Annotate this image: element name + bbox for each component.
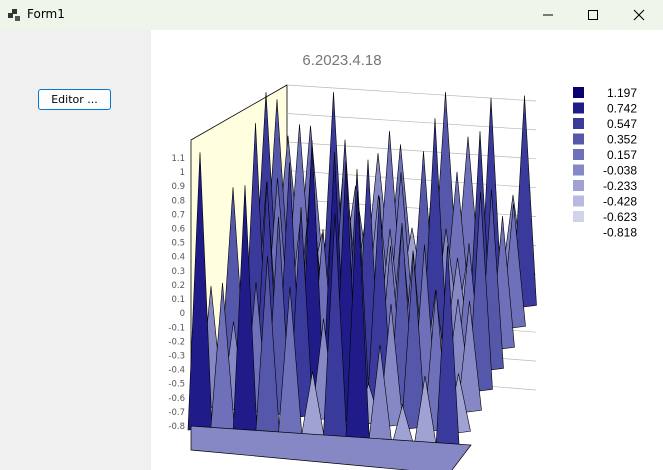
minimize-icon — [543, 14, 553, 16]
y-tick-label: -0.4 — [168, 366, 185, 376]
y-tick-label: -0.1 — [168, 323, 185, 333]
legend-label: -0.623 — [603, 210, 637, 224]
y-tick-label: 1 — [180, 168, 185, 178]
y-tick-label: -0.2 — [168, 337, 185, 347]
legend-swatch — [573, 180, 584, 191]
legend-label: 0.352 — [607, 133, 637, 147]
y-tick-label: 0.5 — [171, 239, 185, 249]
minimize-button[interactable] — [525, 0, 571, 30]
grid-line — [286, 141, 537, 160]
legend-swatch — [573, 195, 584, 207]
grid-line — [286, 113, 537, 131]
form-client-area: Editor ... -0.8 -0.7 -0.6 -0.5 -0.4 -0.3 -0.2-… — [0, 30, 663, 470]
grid-line — [286, 198, 537, 217]
y-tick-label: 1.1 — [171, 154, 185, 164]
legend-label: -0.428 — [603, 195, 637, 209]
legend-label: 0.157 — [607, 148, 637, 162]
window-title: Form1 — [27, 7, 65, 21]
y-tick-label: 0 — [180, 309, 185, 319]
editor-button[interactable]: Editor ... — [38, 89, 111, 110]
app-icon — [8, 9, 20, 21]
legend-swatch — [573, 102, 584, 114]
legend-label: 1.197 — [607, 86, 637, 100]
y-tick-label: 0.6 — [171, 225, 185, 235]
legend-swatch — [573, 87, 584, 98]
legend-label: 0.547 — [607, 117, 637, 131]
chart-title: 6.2023.4.18 — [302, 52, 381, 69]
close-icon — [633, 9, 645, 21]
grid-line — [286, 84, 537, 102]
surface-chart[interactable]: -0.8 -0.7 -0.6 -0.5 -0.4 -0.3 -0.2 -0.1 0 0.1 0.2 0… — [151, 30, 663, 470]
y-tick-label: -0.6 — [168, 394, 185, 404]
y-tick-label: 0.4 — [171, 253, 185, 263]
chart-panel[interactable]: -0.8 -0.7 -0.6 -0.5 -0.4 -0.3 -0.2 -0.1 0 0.1 0.2 0… — [151, 30, 663, 470]
y-tick-label: 0.3 — [171, 267, 185, 277]
y-tick-label: -0.3 — [168, 351, 185, 361]
legend-label: -0.818 — [603, 226, 637, 240]
y-tick-label: 0.2 — [171, 281, 185, 291]
y-tick-label: -0.7 — [168, 408, 185, 418]
close-button[interactable] — [616, 0, 662, 30]
legend-swatch — [573, 164, 584, 176]
legend-swatch — [573, 149, 584, 160]
legend-swatch — [573, 133, 584, 145]
title-bar[interactable]: Form1 — [0, 0, 663, 30]
y-tick-label: -0.8 — [168, 422, 185, 432]
y-tick-label: -0.5 — [168, 380, 185, 390]
legend-swatch — [573, 118, 584, 129]
y-tick-label: 0.9 — [171, 182, 185, 192]
y-tick-label: 0.7 — [171, 210, 185, 220]
legend-label: -0.038 — [603, 164, 637, 178]
grid-line — [286, 170, 537, 189]
maximize-icon — [588, 10, 598, 20]
y-tick-label: 0.1 — [171, 295, 185, 305]
y-tick-label: 0.8 — [171, 196, 185, 206]
legend-swatch — [573, 211, 584, 222]
legend-label: 0.742 — [607, 102, 637, 116]
maximize-button[interactable] — [570, 0, 616, 30]
legend-label: -0.233 — [603, 179, 637, 193]
